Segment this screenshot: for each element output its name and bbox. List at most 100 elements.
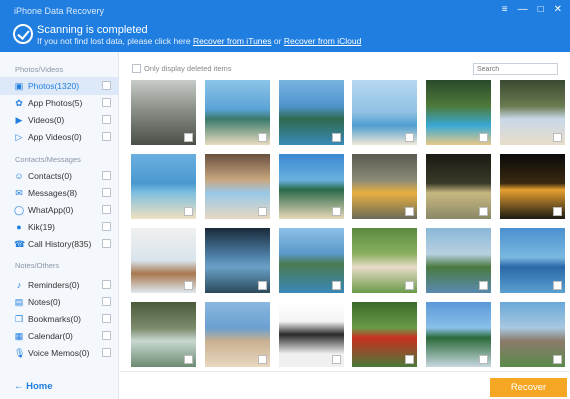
sidebar-item-label: Calendar(0) — [28, 331, 73, 341]
photo-checkbox[interactable] — [405, 133, 414, 142]
sidebar-item-app-photos[interactable]: ✿ App Photos(5) — [0, 94, 119, 112]
sidebar-item-bookmarks[interactable]: ❐ Bookmarks(0) — [0, 310, 119, 328]
photo-checkbox[interactable] — [553, 133, 562, 142]
arrow-left-icon: ← — [14, 381, 24, 392]
photos-checkbox[interactable] — [102, 81, 111, 90]
photo-thumbnail[interactable] — [500, 302, 565, 367]
calendar-checkbox[interactable] — [102, 331, 111, 340]
photo-thumbnail[interactable] — [205, 302, 270, 367]
app-photos-checkbox[interactable] — [102, 98, 111, 107]
sidebar-item-messages[interactable]: ✉ Messages(8) — [0, 184, 119, 202]
photo-thumbnail[interactable] — [352, 302, 417, 367]
messages-icon: ✉ — [15, 188, 23, 198]
photo-checkbox[interactable] — [332, 355, 341, 364]
recover-from-itunes-link[interactable]: Recover from iTunes — [193, 36, 272, 46]
sidebar-item-call-history[interactable]: ☎ Call History(835) — [0, 235, 119, 253]
minimize-icon[interactable]: — — [518, 4, 528, 16]
photo-thumbnail[interactable] — [205, 228, 270, 293]
sidebar-item-app-videos[interactable]: ▷ App Videos(0) — [0, 128, 119, 146]
sidebar-item-notes[interactable]: ▤ Notes(0) — [0, 293, 119, 311]
photo-checkbox[interactable] — [553, 281, 562, 290]
photo-checkbox[interactable] — [184, 133, 193, 142]
sidebar-item-voice-memos[interactable]: 🎙 Voice Memos(0) — [0, 344, 119, 362]
photo-thumbnail[interactable] — [426, 302, 491, 367]
photo-checkbox[interactable] — [332, 207, 341, 216]
checkmark-icon — [13, 24, 33, 44]
recover-button[interactable]: Recover — [490, 378, 567, 397]
bookmarks-checkbox[interactable] — [102, 314, 111, 323]
sidebar-item-label: Notes(0) — [28, 297, 61, 307]
photo-checkbox[interactable] — [258, 355, 267, 364]
kik-checkbox[interactable] — [102, 222, 111, 231]
close-icon[interactable]: ✕ — [554, 4, 562, 16]
photo-checkbox[interactable] — [479, 133, 488, 142]
photo-thumbnail[interactable] — [500, 228, 565, 293]
videos-checkbox[interactable] — [102, 115, 111, 124]
sidebar-item-label: Kik(19) — [28, 222, 55, 232]
photo-thumbnail[interactable] — [205, 80, 270, 145]
photo-thumbnail[interactable] — [131, 302, 196, 367]
home-button[interactable]: ← Home — [14, 381, 53, 392]
photo-thumbnail[interactable] — [279, 228, 344, 293]
photo-checkbox[interactable] — [258, 207, 267, 216]
status-or-text: or — [273, 36, 282, 46]
photo-checkbox[interactable] — [479, 355, 488, 364]
photo-thumbnail[interactable] — [352, 80, 417, 145]
sidebar-item-kik[interactable]: ● Kik(19) — [0, 218, 119, 236]
sidebar-item-reminders[interactable]: ♪ Reminders(0) — [0, 276, 119, 294]
only-deleted-checkbox[interactable] — [132, 64, 141, 73]
scan-status-subtitle: If you not find lost data, please click … — [37, 36, 361, 46]
photo-thumbnail[interactable] — [279, 154, 344, 219]
photo-checkbox[interactable] — [405, 207, 414, 216]
photo-thumbnail[interactable] — [426, 154, 491, 219]
menu-icon[interactable]: ≡ — [502, 4, 508, 16]
photo-thumbnail[interactable] — [131, 228, 196, 293]
photo-thumbnail[interactable] — [426, 80, 491, 145]
photo-checkbox[interactable] — [184, 281, 193, 290]
photo-thumbnail[interactable] — [279, 302, 344, 367]
messages-checkbox[interactable] — [102, 188, 111, 197]
photo-checkbox[interactable] — [405, 355, 414, 364]
photo-checkbox[interactable] — [332, 133, 341, 142]
photo-checkbox[interactable] — [553, 207, 562, 216]
photo-checkbox[interactable] — [405, 281, 414, 290]
sidebar-item-videos[interactable]: ▶ Videos(0) — [0, 111, 119, 129]
sidebar-item-whatsapp[interactable]: ◯ WhatApp(0) — [0, 201, 119, 219]
sidebar-item-calendar[interactable]: ▦ Calendar(0) — [0, 327, 119, 345]
sidebar-item-photos[interactable]: ▣ Photos(1320) — [0, 77, 119, 95]
photo-thumbnail[interactable] — [500, 80, 565, 145]
recover-from-icloud-link[interactable]: Recover from iCloud — [284, 36, 361, 46]
photo-thumbnail[interactable] — [426, 228, 491, 293]
photo-thumbnail[interactable] — [205, 154, 270, 219]
photo-checkbox[interactable] — [258, 281, 267, 290]
app-videos-checkbox[interactable] — [102, 132, 111, 141]
call-history-checkbox[interactable] — [102, 239, 111, 248]
photo-checkbox[interactable] — [479, 281, 488, 290]
notes-checkbox[interactable] — [102, 297, 111, 306]
photo-thumbnail[interactable] — [131, 154, 196, 219]
photo-thumbnail[interactable] — [500, 154, 565, 219]
photo-checkbox[interactable] — [332, 281, 341, 290]
voice-memos-checkbox[interactable] — [102, 348, 111, 357]
photo-thumbnail[interactable] — [131, 80, 196, 145]
photo-thumbnail[interactable] — [279, 80, 344, 145]
maximize-icon[interactable]: □ — [538, 4, 544, 16]
photo-checkbox[interactable] — [258, 133, 267, 142]
content-toolbar: Only display deleted items — [120, 52, 570, 76]
photo-checkbox[interactable] — [479, 207, 488, 216]
photo-checkbox[interactable] — [184, 355, 193, 364]
group-label-notes-others: Notes/Others — [15, 261, 60, 270]
contacts-checkbox[interactable] — [102, 171, 111, 180]
photo-checkbox[interactable] — [553, 355, 562, 364]
sidebar: Photos/Videos ▣ Photos(1320) ✿ App Photo… — [0, 52, 119, 399]
sidebar-item-contacts[interactable]: ☺ Contacts(0) — [0, 167, 119, 185]
videos-icon: ▶ — [15, 115, 23, 125]
photos-icon: ▣ — [14, 81, 24, 91]
photo-checkbox[interactable] — [184, 207, 193, 216]
reminders-checkbox[interactable] — [102, 280, 111, 289]
photo-thumbnail[interactable] — [352, 228, 417, 293]
search-input[interactable] — [473, 63, 558, 75]
home-label: Home — [26, 381, 53, 392]
photo-thumbnail[interactable] — [352, 154, 417, 219]
whatsapp-checkbox[interactable] — [102, 205, 111, 214]
